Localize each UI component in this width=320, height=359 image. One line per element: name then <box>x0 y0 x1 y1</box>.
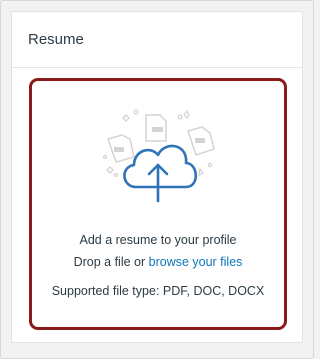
document-icon <box>107 134 135 163</box>
add-resume-text: Add a resume to your profile <box>79 233 237 247</box>
resume-dropzone[interactable]: Add a resume to your profile Drop a file… <box>29 78 287 330</box>
document-icon <box>145 114 167 142</box>
drop-file-text: Drop a file or <box>73 255 146 269</box>
drop-instructions: Drop a file or browse your files <box>32 255 284 269</box>
document-icon <box>187 126 215 156</box>
browse-files-link[interactable]: browse your files <box>149 255 243 269</box>
page: Resume Add a resume to your profile Drop… <box>0 0 314 359</box>
supported-file-types: Supported file type: PDF, DOC, DOCX <box>51 284 265 298</box>
card-header: Resume <box>12 12 302 68</box>
card-title: Resume <box>28 31 84 48</box>
resume-card: Resume Add a resume to your profile Drop… <box>11 11 303 343</box>
cloud-upload-icon <box>123 144 198 203</box>
upload-illustration <box>102 109 215 203</box>
